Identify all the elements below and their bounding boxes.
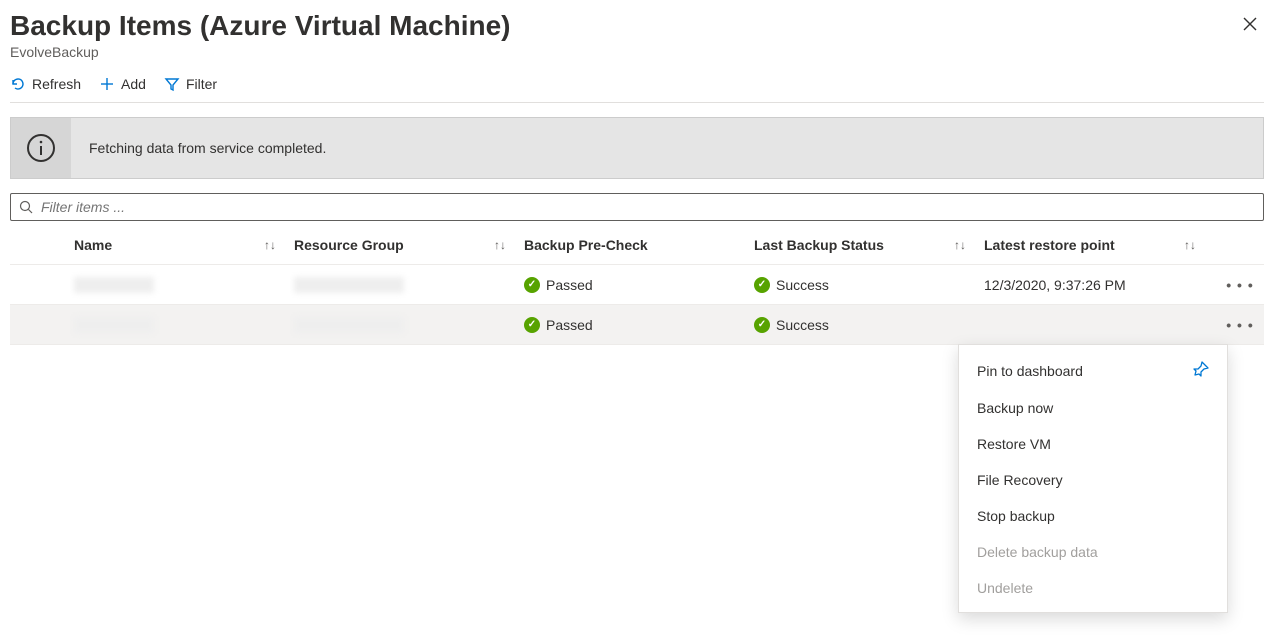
check-icon: ✓ — [524, 317, 540, 333]
cell-name-redacted — [74, 317, 154, 333]
last-backup-status: ✓Success — [754, 317, 829, 333]
check-icon: ✓ — [754, 277, 770, 293]
table-row[interactable]: ✓Passed ✓Success 12/3/2020, 9:37:26 PM •… — [10, 265, 1264, 305]
search-box[interactable] — [10, 193, 1264, 221]
menu-restore-vm[interactable]: Restore VM — [959, 426, 1227, 462]
refresh-button[interactable]: Refresh — [10, 76, 81, 92]
table-header: Name↑↓ Resource Group↑↓ Backup Pre-Check… — [10, 225, 1264, 265]
sort-icon: ↑↓ — [494, 238, 516, 252]
menu-backup-now[interactable]: Backup now — [959, 390, 1227, 426]
sort-icon: ↑↓ — [954, 238, 976, 252]
precheck-status: ✓Passed — [524, 277, 593, 293]
filter-label: Filter — [186, 76, 217, 92]
filter-icon — [164, 76, 180, 92]
banner-message: Fetching data from service completed. — [71, 140, 326, 156]
sort-icon: ↑↓ — [1184, 238, 1206, 252]
menu-pin-to-dashboard[interactable]: Pin to dashboard — [959, 351, 1227, 390]
table-row[interactable]: ✓Passed ✓Success • • • — [10, 305, 1264, 345]
info-banner: Fetching data from service completed. — [10, 117, 1264, 179]
column-precheck[interactable]: Backup Pre-Check — [520, 231, 750, 259]
menu-file-recovery[interactable]: File Recovery — [959, 462, 1227, 498]
column-resource-group[interactable]: Resource Group↑↓ — [290, 231, 520, 259]
column-restore-point[interactable]: Latest restore point↑↓ — [980, 231, 1210, 259]
more-button[interactable]: • • • — [1210, 271, 1270, 299]
cell-name-redacted — [74, 277, 154, 293]
toolbar: Refresh Add Filter — [10, 72, 1264, 103]
plus-icon — [99, 76, 115, 92]
close-button[interactable] — [1236, 10, 1264, 38]
add-button[interactable]: Add — [99, 76, 146, 92]
filter-button[interactable]: Filter — [164, 76, 217, 92]
menu-stop-backup[interactable]: Stop backup — [959, 498, 1227, 534]
page-title: Backup Items (Azure Virtual Machine) — [10, 10, 511, 42]
cell-restore-point: 12/3/2020, 9:37:26 PM — [984, 277, 1126, 293]
check-icon: ✓ — [524, 277, 540, 293]
check-icon: ✓ — [754, 317, 770, 333]
column-name[interactable]: Name↑↓ — [70, 231, 290, 259]
refresh-icon — [10, 76, 26, 92]
last-backup-status: ✓Success — [754, 277, 829, 293]
add-label: Add — [121, 76, 146, 92]
pin-icon — [1193, 361, 1209, 380]
menu-delete-backup-data: Delete backup data — [959, 534, 1227, 570]
column-last-status[interactable]: Last Backup Status↑↓ — [750, 231, 980, 259]
cell-rg-redacted — [294, 317, 404, 333]
info-icon — [11, 118, 71, 178]
sort-icon: ↑↓ — [264, 238, 286, 252]
refresh-label: Refresh — [32, 76, 81, 92]
close-icon — [1242, 16, 1258, 32]
precheck-status: ✓Passed — [524, 317, 593, 333]
context-menu: Pin to dashboard Backup now Restore VM F… — [958, 344, 1228, 613]
search-input[interactable] — [39, 198, 1255, 216]
search-icon — [19, 200, 33, 214]
more-button[interactable]: • • • — [1210, 311, 1270, 339]
menu-undelete: Undelete — [959, 570, 1227, 606]
cell-rg-redacted — [294, 277, 404, 293]
page-subtitle: EvolveBackup — [10, 44, 511, 60]
